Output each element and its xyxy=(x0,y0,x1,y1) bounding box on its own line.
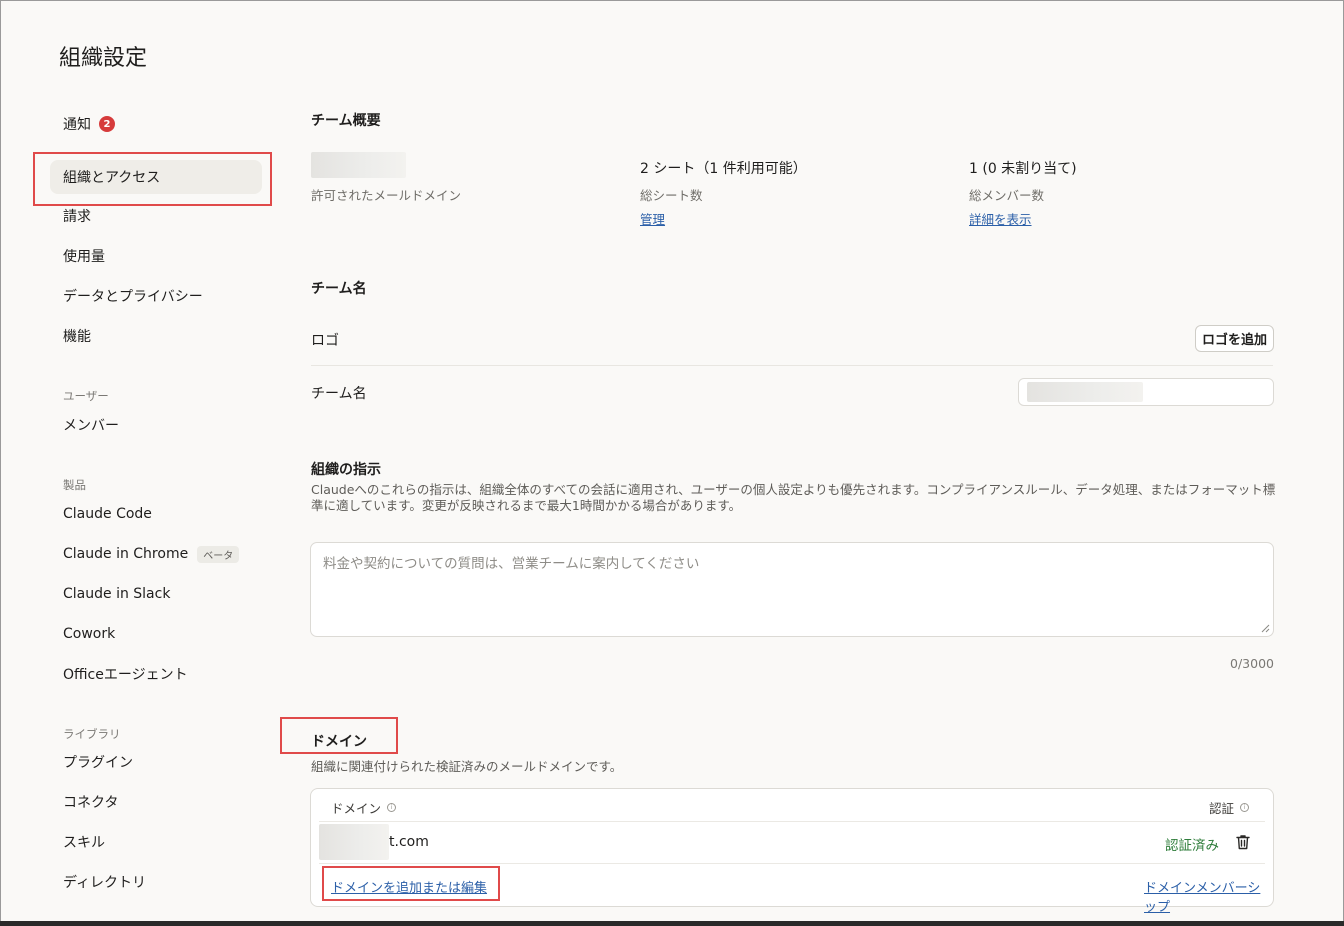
sidebar-section-users: ユーザー xyxy=(63,389,109,403)
page-title: 組織設定 xyxy=(59,46,148,71)
sidebar-item-skills[interactable]: スキル xyxy=(50,825,262,859)
sidebar-item-claude-code[interactable]: Claude Code xyxy=(50,497,262,531)
highlight-box xyxy=(33,152,272,206)
sidebar-item-data-privacy[interactable]: データとプライバシー xyxy=(50,279,262,313)
add-logo-button[interactable]: ロゴを追加 xyxy=(1195,325,1274,352)
sidebar-item-label: Cowork xyxy=(63,626,116,642)
team-name-label: チーム名 xyxy=(311,386,367,402)
sidebar-item-notifications[interactable]: 通知 2 xyxy=(50,107,262,141)
info-icon[interactable]: i xyxy=(387,803,397,812)
team-name-input[interactable] xyxy=(1018,378,1274,406)
sidebar-item-directory[interactable]: ディレクトリ xyxy=(50,865,262,899)
sidebar-item-office-agent[interactable]: Officeエージェント xyxy=(50,657,262,691)
sidebar-item-label: Claude Code xyxy=(63,506,152,522)
redacted-domain-name xyxy=(319,824,389,860)
sidebar-item-cowork[interactable]: Cowork xyxy=(50,617,262,651)
sidebar-section-products: 製品 xyxy=(63,478,86,492)
seats-label: 総シート数 xyxy=(640,188,703,203)
view-details-link[interactable]: 詳細を表示 xyxy=(969,209,1032,228)
notification-badge: 2 xyxy=(99,116,115,132)
sidebar-item-label: メンバー xyxy=(63,418,119,434)
team-name-heading: チーム名 xyxy=(311,281,367,297)
team-overview-heading: チーム概要 xyxy=(311,113,381,129)
sidebar-item-label: 機能 xyxy=(63,329,91,345)
org-instructions-heading: 組織の指示 xyxy=(311,462,381,478)
sidebar-item-usage[interactable]: 使用量 xyxy=(50,239,262,273)
logo-label: ロゴ xyxy=(311,333,339,349)
sidebar-item-claude-in-chrome[interactable]: Claude in Chrome ベータ xyxy=(50,537,262,571)
domains-description: 組織に関連付けられた検証済みのメールドメインです。 xyxy=(311,759,623,774)
members-label: 総メンバー数 xyxy=(969,188,1045,203)
redacted-team-name xyxy=(1027,382,1143,402)
sidebar-item-features[interactable]: 機能 xyxy=(50,319,262,353)
bottom-bar xyxy=(0,921,1344,926)
sidebar-item-label: スキル xyxy=(63,835,105,851)
sidebar-item-label: 請求 xyxy=(63,209,91,225)
domain-name: t.com xyxy=(389,834,429,850)
verification-column-label: 認証 xyxy=(1209,801,1235,816)
redacted-domain xyxy=(311,152,406,178)
sidebar-item-label: Officeエージェント xyxy=(63,667,188,683)
seats-value: 2 シート（1 件利用可能） xyxy=(640,161,807,177)
sidebar-item-members[interactable]: メンバー xyxy=(50,408,262,442)
info-icon[interactable]: i xyxy=(1240,803,1250,812)
sidebar-item-claude-in-slack[interactable]: Claude in Slack xyxy=(50,577,262,611)
verification-column-header: 認証 i xyxy=(1209,798,1250,817)
sidebar-item-label: プラグイン xyxy=(63,755,133,771)
sidebar-section-library: ライブラリ xyxy=(63,727,121,741)
org-instructions-description: Claudeへのこれらの指示は、組織全体のすべての会話に適用され、ユーザーの個人… xyxy=(311,482,1276,513)
sidebar-item-label: Claude in Chrome xyxy=(63,546,189,562)
domain-column-label: ドメイン xyxy=(331,801,382,816)
char-counter: 0/3000 xyxy=(1230,656,1274,671)
org-instructions-textarea[interactable]: 料金や契約についての質問は、営業チームに案内してください xyxy=(310,542,1274,637)
domain-membership-link[interactable]: ドメインメンバーシップ xyxy=(1144,877,1273,915)
textarea-placeholder: 料金や契約についての質問は、営業チームに案内してください xyxy=(323,556,700,572)
sidebar-item-label: Claude in Slack xyxy=(63,586,171,602)
sidebar-item-connectors[interactable]: コネクタ xyxy=(50,785,262,819)
trash-icon[interactable] xyxy=(1234,833,1252,851)
table-divider xyxy=(319,821,1265,822)
beta-tag: ベータ xyxy=(197,545,240,563)
manage-seats-link[interactable]: 管理 xyxy=(640,209,665,228)
highlight-box xyxy=(280,717,398,754)
table-divider xyxy=(319,863,1265,864)
sidebar-item-label: コネクタ xyxy=(63,795,119,811)
resize-handle-icon[interactable] xyxy=(1261,624,1270,633)
sidebar-item-label: データとプライバシー xyxy=(63,289,203,305)
sidebar-item-label: ディレクトリ xyxy=(63,875,147,891)
divider xyxy=(311,365,1273,366)
sidebar-item-label: 通知 xyxy=(63,117,91,133)
sidebar-item-plugins[interactable]: プラグイン xyxy=(50,745,262,779)
verified-status: 認証済み xyxy=(1165,838,1219,854)
allowed-domain-label: 許可されたメールドメイン xyxy=(311,188,462,203)
domain-column-header: ドメイン i xyxy=(331,798,397,817)
highlight-box xyxy=(322,866,500,901)
sidebar-item-label: 使用量 xyxy=(63,249,105,265)
members-value: 1 (0 未割り当て) xyxy=(969,161,1077,177)
